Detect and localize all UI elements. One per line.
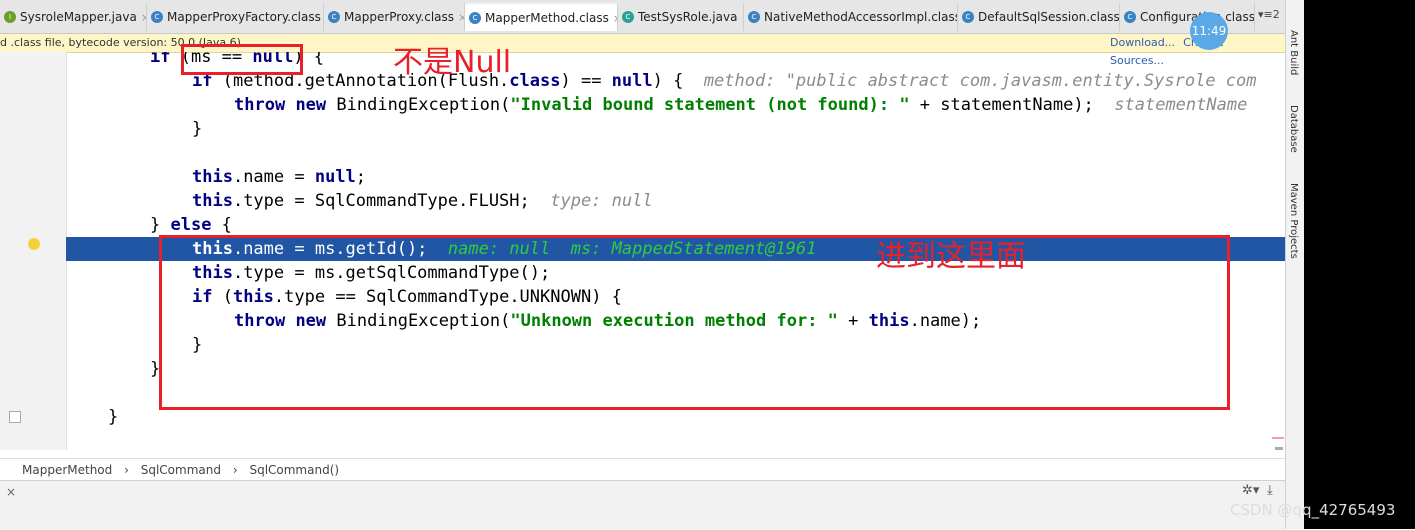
clock-badge: 11:49 (1190, 12, 1228, 50)
tab-nativemethodaccessorimpl[interactable]: CNativeMethodAccessorImpl.class× (744, 3, 958, 31)
breadcrumb-item[interactable]: SqlCommand (141, 463, 221, 477)
code-line: } else { (150, 215, 232, 235)
tab-testsysrole[interactable]: CTestSysRole.java× (618, 3, 744, 31)
watermark: CSDN @qq_42765493 (1230, 501, 1396, 519)
code-line: } (192, 119, 203, 139)
right-tool-strip: Ant Build Database Maven Projects (1285, 0, 1305, 529)
inline-debug-value: method: "public abstract com.javasm.enti… (703, 71, 1257, 91)
annotation-box-else-branch (159, 235, 1230, 410)
breadcrumb-item[interactable]: SqlCommand() (249, 463, 339, 477)
close-icon[interactable]: × (6, 485, 16, 499)
class-icon: C (622, 11, 634, 23)
outer-background (1304, 0, 1415, 529)
code-line: if (method.getAnnotation(Flush.class) ==… (192, 71, 1257, 91)
tab-defaultsqlsession[interactable]: CDefaultSqlSession.class× (958, 3, 1120, 31)
code-line: this.type = SqlCommandType.FLUSH; type: … (192, 191, 653, 211)
tab-label: NativeMethodAccessorImpl.class (764, 10, 958, 24)
editor-tab-bar: I SysroleMapper.java × C MapperProxyFactory… (0, 0, 1285, 34)
tab-label: SysroleMapper.java (20, 10, 137, 24)
tab-label: MapperProxyFactory.class (167, 10, 321, 24)
close-icon[interactable]: × (458, 11, 464, 24)
tab-mapperproxy[interactable]: C MapperProxy.class× (324, 3, 465, 31)
tool-ant-build[interactable]: Ant Build (1288, 30, 1299, 75)
class-icon: C (328, 11, 340, 23)
lightbulb-icon[interactable] (28, 238, 40, 250)
tab-label: TestSysRole.java (638, 10, 738, 24)
tab-label: MapperMethod.class (485, 11, 609, 25)
tab-label: DefaultSqlSession.class (978, 10, 1120, 24)
tab-mappermethod[interactable]: CMapperMethod.class× (465, 3, 618, 31)
breadcrumb-item[interactable]: MapperMethod (22, 463, 112, 477)
code-line: throw new BindingException("Invalid boun… (234, 95, 1248, 115)
tool-database[interactable]: Database (1288, 105, 1299, 153)
code-line: } (108, 407, 119, 427)
hide-panel-icon[interactable]: ⤓ (1267, 483, 1273, 498)
fold-icon[interactable] (9, 411, 21, 423)
tool-maven-projects[interactable]: Maven Projects (1288, 183, 1299, 259)
breadcrumb: MapperMethod › SqlCommand › SqlCommand() (0, 458, 1285, 481)
download-link[interactable]: Download... (1110, 36, 1175, 49)
tab-mapperproxyfactory[interactable]: CMapperProxyFactory.class× (147, 3, 324, 31)
error-stripe-mark[interactable] (1272, 437, 1284, 439)
bottom-tool-panel: × ✲▾ ⤓ (0, 480, 1285, 530)
class-icon: C (962, 11, 974, 23)
interface-icon: I (4, 11, 16, 23)
scrollbar-thumb[interactable] (1275, 447, 1283, 450)
class-icon: C (151, 11, 163, 23)
gear-icon[interactable]: ✲▾ (1242, 483, 1259, 498)
tab-list-menu-icon[interactable]: ▾≡2 (1258, 8, 1280, 21)
code-line: this.name = null; (192, 167, 367, 187)
tab-configuration[interactable]: CConfiguration.class× (1120, 3, 1255, 31)
inline-debug-value: statementName (1114, 95, 1248, 115)
tab-label: MapperProxy.class (344, 10, 455, 24)
inline-debug-value: type: null (550, 191, 653, 211)
annotation-label-not-null: 不是Null (393, 45, 512, 80)
class-icon: C (748, 11, 760, 23)
class-icon: C (1124, 11, 1136, 23)
breadcrumb-separator: › (124, 463, 129, 477)
tab-sysrolemapper[interactable]: ISysroleMapper.java× (0, 3, 147, 31)
annotation-label-enter-here: 进到这里面 (876, 239, 1026, 274)
class-icon: C (469, 12, 481, 24)
annotation-box-condition (181, 44, 303, 75)
breadcrumb-separator: › (232, 463, 238, 477)
